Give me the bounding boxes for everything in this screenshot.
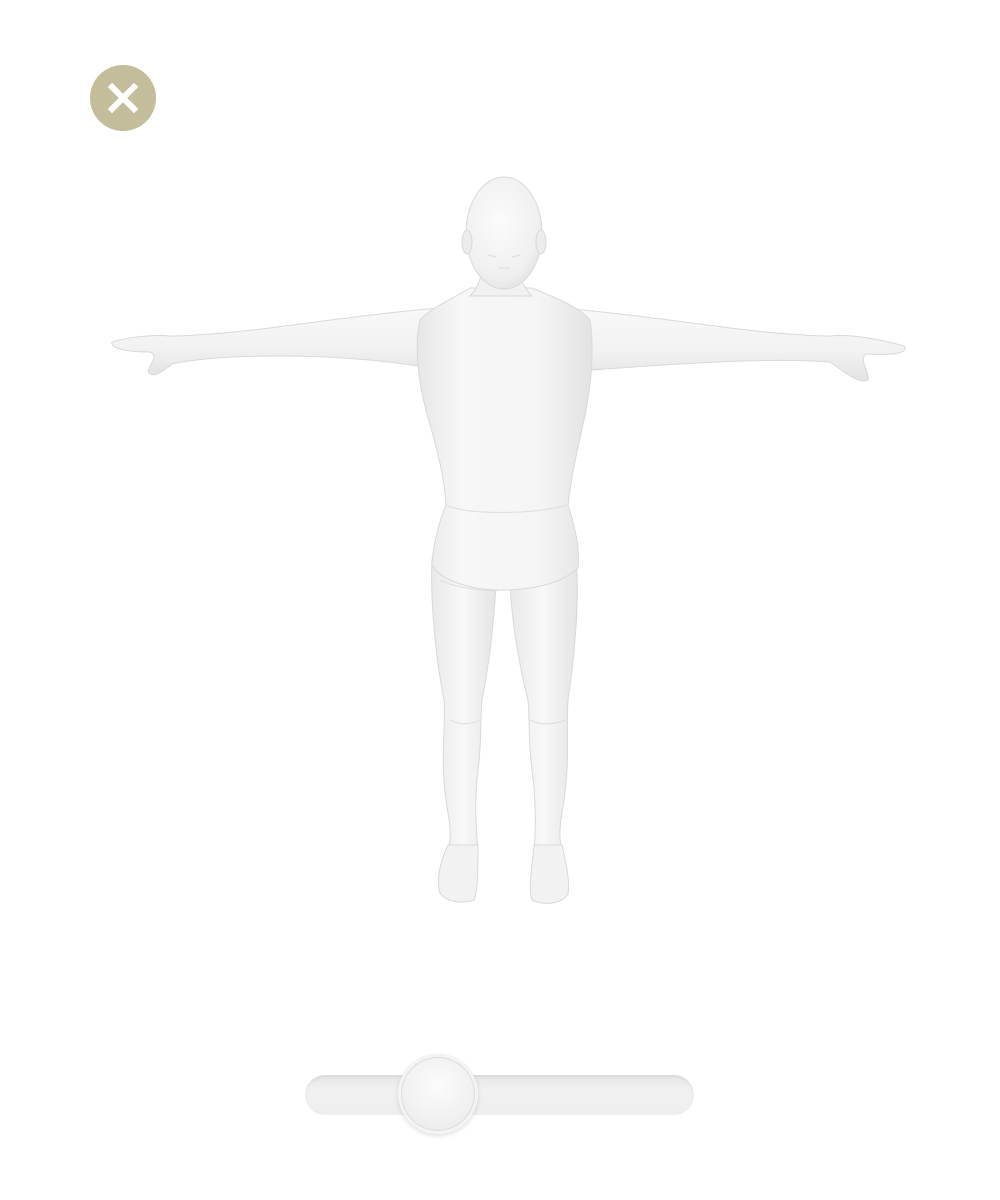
torso	[416, 287, 593, 591]
left-foot	[437, 844, 479, 903]
rotation-slider[interactable]	[300, 1050, 700, 1140]
close-icon	[90, 65, 156, 131]
human-body-model	[111, 176, 906, 904]
left-arm	[111, 307, 441, 376]
slider-track[interactable]	[305, 1075, 694, 1115]
body-model-viewer[interactable]	[100, 170, 920, 920]
right-leg	[509, 559, 578, 851]
app-screen	[0, 0, 1000, 1200]
head	[465, 176, 543, 290]
left-leg	[431, 559, 497, 851]
right-foot	[529, 844, 569, 904]
slider-thumb[interactable]	[397, 1054, 478, 1134]
close-button[interactable]	[90, 65, 156, 131]
right-arm	[559, 307, 906, 382]
